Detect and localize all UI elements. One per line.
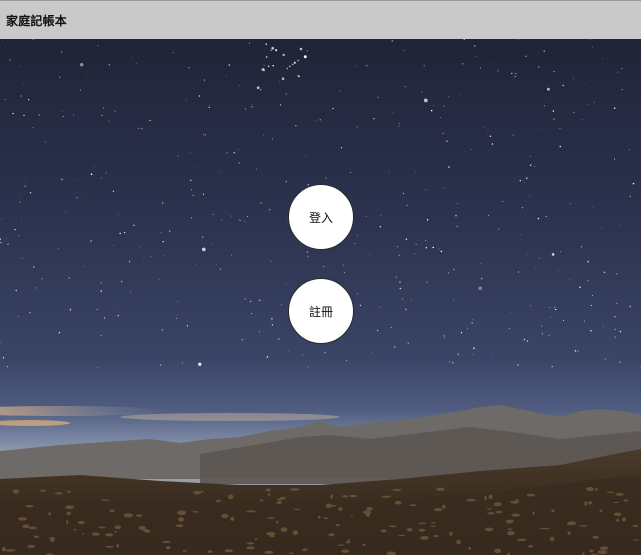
title-bar: 家庭記帳本 [0, 0, 641, 39]
app-window: 家庭記帳本 登入 註冊 [0, 0, 641, 555]
app-title: 家庭記帳本 [6, 13, 68, 28]
login-button-label: 登入 [308, 210, 333, 225]
register-button[interactable]: 註冊 [288, 278, 354, 344]
register-button-label: 註冊 [308, 304, 333, 319]
login-button[interactable]: 登入 [288, 184, 354, 250]
